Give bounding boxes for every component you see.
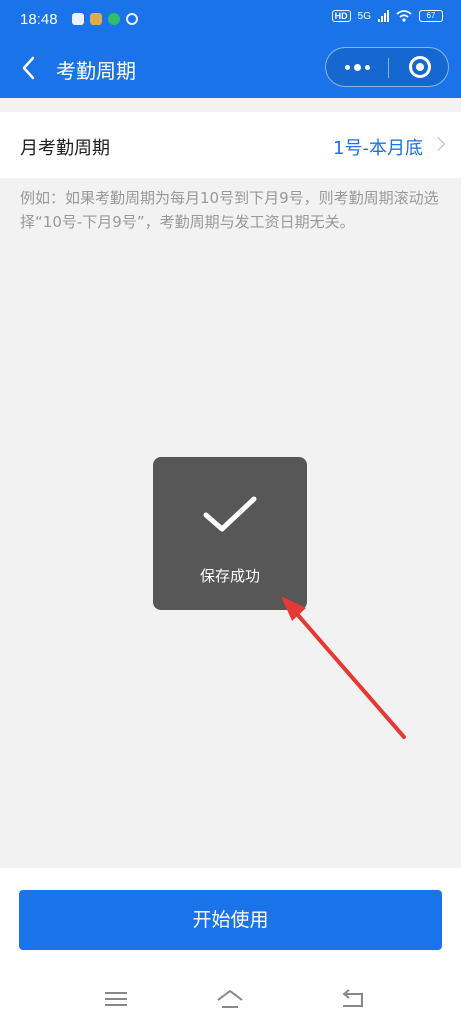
toast-message: 保存成功	[199, 567, 260, 585]
home-icon[interactable]	[215, 986, 245, 1012]
system-nav-bar	[0, 976, 461, 1024]
row-label: 月考勤周期	[20, 138, 110, 159]
notification-icon	[126, 13, 138, 25]
wifi-icon	[396, 10, 412, 22]
signal-icon	[378, 10, 389, 22]
chevron-left-icon[interactable]	[18, 54, 40, 82]
notification-icon	[72, 13, 84, 25]
menu-lines-icon[interactable]	[101, 986, 131, 1012]
hint-text: 例如：如果考勤周期为每月10号到下月9号，则考勤周期滚动选择“10号-下月9号”…	[20, 189, 439, 231]
target-circle-icon[interactable]	[409, 56, 431, 78]
checkmark-icon	[203, 496, 257, 532]
network-label: 5G	[357, 10, 371, 22]
notification-icon	[108, 13, 120, 25]
status-time: 18:48	[20, 11, 58, 28]
start-button[interactable]: 开始使用	[19, 890, 442, 950]
capsule-divider	[388, 58, 389, 78]
mini-program-capsule	[325, 47, 449, 87]
chevron-right-icon	[430, 136, 446, 152]
more-dots-icon[interactable]	[326, 48, 388, 86]
nav-bar: 考勤周期	[0, 40, 461, 98]
battery-icon: 67	[419, 10, 443, 22]
status-bar: 18:48 HD 5G 67	[0, 0, 461, 40]
status-indicators: HD 5G 67	[331, 10, 443, 22]
success-toast: 保存成功	[153, 457, 307, 610]
page-title: 考勤周期	[56, 59, 136, 83]
row-value: 1号-本月底	[333, 138, 423, 159]
notification-icons	[72, 13, 138, 25]
back-return-icon[interactable]	[338, 986, 368, 1012]
notification-icon	[90, 13, 102, 25]
attendance-cycle-row[interactable]: 月考勤周期 1号-本月底	[0, 112, 461, 178]
hd-badge: HD	[331, 10, 351, 22]
